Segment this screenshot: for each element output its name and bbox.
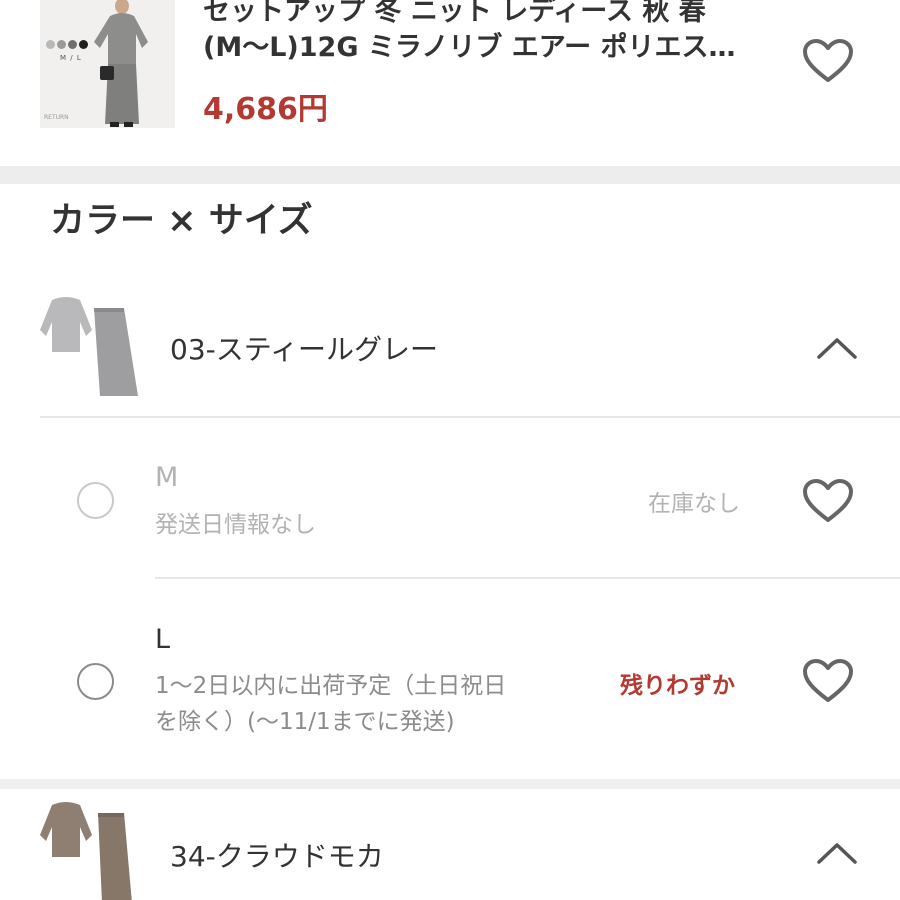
favorite-heart-icon[interactable] (802, 658, 854, 704)
size-radio-m[interactable] (77, 482, 114, 519)
color-option-cloud-mocha[interactable]: 34-クラウドモカ (0, 789, 900, 900)
favorite-heart-icon[interactable] (802, 38, 854, 84)
shipping-note: 発送日情報なし (155, 512, 316, 538)
product-title[interactable]: セットアップ 冬 ニット レディース 秋 春 (M～L)12G ミラノリブ エア… (203, 0, 763, 66)
size-name: M (155, 462, 179, 493)
thumbnail-brand: RETURN (44, 114, 69, 121)
favorite-heart-icon[interactable] (802, 478, 854, 524)
size-option-m[interactable]: M 発送日情報なし 在庫なし (0, 418, 900, 578)
stock-status-low: 残りわずか (620, 673, 735, 699)
garment-image (40, 297, 138, 396)
size-name: L (155, 624, 171, 655)
shipping-note-line-1: 1～2日以内に出荷予定（土日祝日 (155, 673, 507, 699)
color-label: 03-スティールグレー (170, 333, 439, 366)
chevron-up-icon[interactable] (816, 841, 858, 865)
color-option-steel-grey[interactable]: 03-スティールグレー (0, 290, 900, 410)
product-summary[interactable]: M / L RETURN セットアップ 冬 ニット レディース 秋 春 (M～L… (0, 0, 900, 166)
size-option-l[interactable]: L 1～2日以内に出荷予定（土日祝日 を除く）(～11/1までに発送) 残りわず… (0, 579, 900, 779)
shipping-note-line-2: を除く）(～11/1までに発送) (155, 709, 455, 735)
product-title-line-2: (M～L)12G ミラノリブ エアー ポリエス… (203, 32, 736, 63)
stock-status: 在庫なし (648, 491, 740, 517)
garment-image (40, 802, 132, 900)
section-divider (0, 166, 900, 184)
color-thumbnail-cloud-mocha (40, 799, 140, 900)
model-figure-image (94, 0, 148, 127)
chevron-up-icon[interactable] (816, 336, 858, 360)
color-thumbnail-steel-grey (40, 294, 140, 398)
section-title: カラー × サイズ (50, 201, 313, 241)
shipping-note: 1～2日以内に出荷予定（土日祝日 を除く）(～11/1までに発送) (155, 668, 595, 740)
size-radio-l[interactable] (77, 663, 114, 700)
product-title-line-1: セットアップ 冬 ニット レディース 秋 春 (203, 0, 706, 27)
section-separator (0, 779, 900, 789)
product-price: 4,686円 (203, 92, 328, 127)
color-label: 34-クラウドモカ (170, 840, 384, 873)
product-thumbnail[interactable]: M / L RETURN (40, 0, 175, 128)
